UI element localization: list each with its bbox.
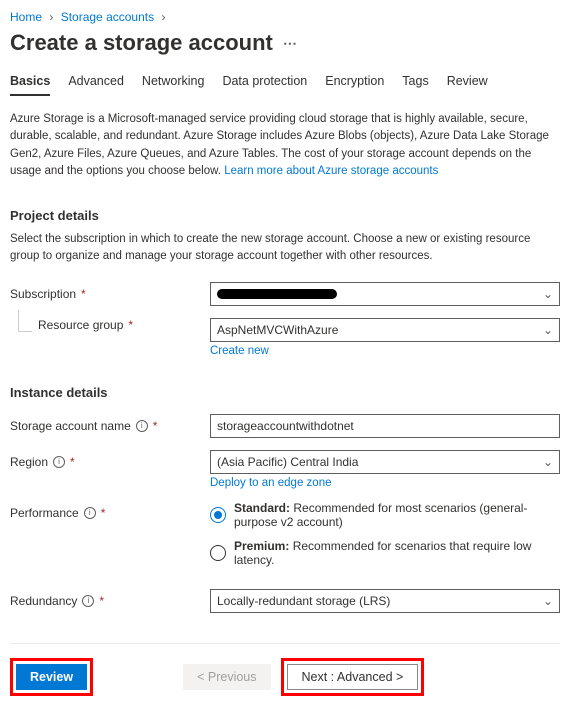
review-button[interactable]: Review <box>16 664 87 690</box>
info-icon[interactable]: i <box>53 456 65 468</box>
tree-connector-icon <box>18 310 32 332</box>
performance-standard-radio[interactable] <box>210 507 226 523</box>
region-value: (Asia Pacific) Central India <box>217 455 358 469</box>
storage-account-name-value: storageaccountwithdotnet <box>217 419 354 433</box>
storage-account-name-input[interactable]: storageaccountwithdotnet <box>210 414 560 438</box>
project-details-heading: Project details <box>10 208 560 223</box>
highlight-box: Next : Advanced > <box>281 658 425 696</box>
resource-group-label: Resource group * <box>38 318 133 332</box>
redundancy-select[interactable]: Locally-redundant storage (LRS) ⌄ <box>210 589 560 613</box>
info-icon[interactable]: i <box>136 420 148 432</box>
resource-group-select[interactable]: AspNetMVCWithAzure ⌄ <box>210 318 560 342</box>
create-new-link[interactable]: Create new <box>210 345 269 357</box>
redundancy-label: Redundancy i * <box>10 589 210 608</box>
subscription-label: Subscription * <box>10 282 210 301</box>
more-icon[interactable]: ⋯ <box>283 36 297 50</box>
performance-premium-text: Premium: Recommended for scenarios that … <box>234 539 560 567</box>
project-details-sub: Select the subscription in which to crea… <box>10 231 560 266</box>
chevron-right-icon: › <box>161 10 165 24</box>
breadcrumb-storage-accounts[interactable]: Storage accounts <box>61 10 154 24</box>
resource-group-value: AspNetMVCWithAzure <box>217 323 338 337</box>
performance-standard-text: Standard: Recommended for most scenarios… <box>234 501 560 529</box>
footer-bar: Review < Previous Next : Advanced > <box>10 643 560 712</box>
tabs: Basics Advanced Networking Data protecti… <box>10 74 560 97</box>
instance-details-heading: Instance details <box>10 385 560 400</box>
learn-more-link[interactable]: Learn more about Azure storage accounts <box>224 165 438 177</box>
page-title-text: Create a storage account <box>10 30 273 56</box>
chevron-down-icon: ⌄ <box>543 287 553 301</box>
info-icon[interactable]: i <box>82 595 94 607</box>
tab-encryption[interactable]: Encryption <box>325 74 384 96</box>
chevron-down-icon: ⌄ <box>543 455 553 469</box>
chevron-right-icon: › <box>49 10 53 24</box>
performance-label: Performance i * <box>10 501 210 520</box>
chevron-down-icon: ⌄ <box>543 594 553 608</box>
info-icon[interactable]: i <box>84 507 96 519</box>
storage-account-name-label: Storage account name i * <box>10 414 210 433</box>
region-label: Region i * <box>10 450 210 469</box>
highlight-box: Review <box>10 658 93 696</box>
tab-data-protection[interactable]: Data protection <box>222 74 307 96</box>
tab-tags[interactable]: Tags <box>402 74 428 96</box>
region-select[interactable]: (Asia Pacific) Central India ⌄ <box>210 450 560 474</box>
tab-basics[interactable]: Basics <box>10 74 50 96</box>
tab-advanced[interactable]: Advanced <box>68 74 124 96</box>
tab-networking[interactable]: Networking <box>142 74 205 96</box>
chevron-down-icon: ⌄ <box>543 323 553 337</box>
redundancy-value: Locally-redundant storage (LRS) <box>217 594 390 608</box>
tab-review[interactable]: Review <box>447 74 488 96</box>
subscription-select[interactable]: ⌄ <box>210 282 560 306</box>
page-title: Create a storage account ⋯ <box>10 30 560 56</box>
previous-button[interactable]: < Previous <box>183 664 270 690</box>
redacted-text <box>217 289 337 299</box>
breadcrumb: Home › Storage accounts › <box>10 10 560 24</box>
deploy-edge-zone-link[interactable]: Deploy to an edge zone <box>210 477 331 489</box>
breadcrumb-home[interactable]: Home <box>10 10 42 24</box>
intro-text: Azure Storage is a Microsoft-managed ser… <box>10 111 560 180</box>
next-advanced-button[interactable]: Next : Advanced > <box>287 664 419 690</box>
performance-premium-radio[interactable] <box>210 545 226 561</box>
